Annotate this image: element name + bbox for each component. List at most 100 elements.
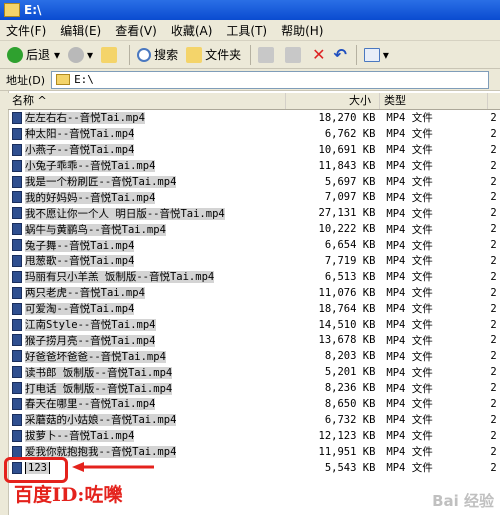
address-input[interactable]: E:\ xyxy=(51,70,490,89)
copy-to-button[interactable] xyxy=(282,44,307,66)
file-name: 蜗牛与黄鹂鸟--音悦Tai.mp4 xyxy=(25,223,166,236)
forward-button[interactable]: ▾ xyxy=(65,44,96,66)
file-row[interactable]: 左左右右--音悦Tai.mp4 18,270 KB MP4 文件 2 xyxy=(8,110,500,126)
file-row[interactable]: 甩葱歌--音悦Tai.mp4 7,719 KB MP4 文件 2 xyxy=(8,253,500,269)
file-size: 11,076 KB xyxy=(318,286,376,299)
video-file-icon xyxy=(12,159,22,172)
file-extra: 2 xyxy=(490,445,497,458)
file-row[interactable]: 兔子舞--音悦Tai.mp4 6,654 KB MP4 文件 2 xyxy=(8,237,500,253)
video-file-icon xyxy=(12,127,22,140)
back-button[interactable]: 后退 ▾ xyxy=(4,44,63,66)
file-row[interactable]: 读书郎 饭制版--音悦Tai.mp4 5,201 KB MP4 文件 2 xyxy=(8,364,500,380)
file-row[interactable]: 好爸爸坏爸爸--音悦Tai.mp4 8,203 KB MP4 文件 2 xyxy=(8,348,500,364)
video-file-icon xyxy=(12,334,22,347)
title-bar: E:\ xyxy=(0,0,500,20)
file-name: 好爸爸坏爸爸--音悦Tai.mp4 xyxy=(25,350,166,363)
column-name[interactable]: 名称 ^ xyxy=(8,93,286,109)
file-type: MP4 文件 xyxy=(386,319,433,332)
folder-icon xyxy=(4,3,20,17)
folders-button[interactable]: 文件夹 xyxy=(183,44,244,66)
file-extra: 2 xyxy=(490,318,497,331)
file-extra: 2 xyxy=(490,239,497,252)
file-row[interactable]: 猴子捞月亮--音悦Tai.mp4 13,678 KB MP4 文件 2 xyxy=(8,332,500,348)
file-type: MP4 文件 xyxy=(386,160,433,173)
file-name: 左左右右--音悦Tai.mp4 xyxy=(25,112,145,125)
file-row[interactable]: 爱我你就抱抱我--音悦Tai.mp4 11,951 KB MP4 文件 2 xyxy=(8,444,500,460)
file-extra: 2 xyxy=(490,429,497,442)
file-type: MP4 文件 xyxy=(386,287,433,300)
video-file-icon xyxy=(12,350,22,363)
file-row[interactable]: 拔萝卜--音悦Tai.mp4 12,123 KB MP4 文件 2 xyxy=(8,428,500,444)
file-size: 13,678 KB xyxy=(318,334,376,347)
file-type: MP4 文件 xyxy=(386,462,433,475)
undo-button[interactable]: ↶ xyxy=(331,44,350,66)
file-type: MP4 文件 xyxy=(386,334,433,347)
forward-arrow-icon xyxy=(68,46,85,63)
video-file-icon xyxy=(12,191,22,204)
file-size: 10,222 KB xyxy=(318,223,376,236)
delete-button[interactable]: ✕ xyxy=(309,44,328,66)
file-row[interactable]: 打电话 饭制版--音悦Tai.mp4 8,236 KB MP4 文件 2 xyxy=(8,380,500,396)
video-file-icon xyxy=(12,175,22,188)
file-name: 玛丽有只小羊羔 饭制版--音悦Tai.mp4 xyxy=(25,271,215,284)
move-to-button[interactable] xyxy=(255,44,280,66)
file-row[interactable]: 玛丽有只小羊羔 饭制版--音悦Tai.mp4 6,513 KB MP4 文件 2 xyxy=(8,269,500,285)
address-label: 地址(D) xyxy=(6,73,46,87)
folder-icon xyxy=(186,46,203,63)
file-type: MP4 文件 xyxy=(386,446,433,459)
file-size: 11,843 KB xyxy=(318,159,376,172)
column-more[interactable] xyxy=(488,93,500,109)
menu-view[interactable]: 查看(V) xyxy=(115,22,157,39)
file-name: 春天在哪里--音悦Tai.mp4 xyxy=(25,398,156,411)
file-row[interactable]: 蜗牛与黄鹂鸟--音悦Tai.mp4 10,222 KB MP4 文件 2 xyxy=(8,221,500,237)
file-type: MP4 文件 xyxy=(386,128,433,141)
column-size[interactable]: 大小 xyxy=(286,93,380,109)
video-file-icon xyxy=(12,143,22,156)
file-type: MP4 文件 xyxy=(386,191,433,204)
file-size: 5,697 KB xyxy=(324,175,376,188)
video-file-icon xyxy=(12,286,22,299)
file-size: 6,762 KB xyxy=(324,127,376,140)
file-row[interactable]: 江南Style--音悦Tai.mp4 14,510 KB MP4 文件 2 xyxy=(8,317,500,333)
file-row[interactable]: 可爱淘--音悦Tai.mp4 18,764 KB MP4 文件 2 xyxy=(8,301,500,317)
file-extra: 2 xyxy=(490,366,497,379)
file-size: 6,732 KB xyxy=(324,413,376,426)
file-type: MP4 文件 xyxy=(386,239,433,252)
video-file-icon xyxy=(12,270,22,283)
file-row[interactable]: 种太阳--音悦Tai.mp4 6,762 KB MP4 文件 2 xyxy=(8,126,500,142)
file-size: 5,543 KB xyxy=(324,461,376,474)
file-row[interactable]: 春天在哪里--音悦Tai.mp4 8,650 KB MP4 文件 2 xyxy=(8,396,500,412)
file-type: MP4 文件 xyxy=(386,144,433,157)
file-extra: 2 xyxy=(490,191,497,204)
up-folder-button[interactable] xyxy=(98,44,123,66)
video-file-icon xyxy=(12,239,22,252)
file-row[interactable]: 小兔子乖乖--音悦Tai.mp4 11,843 KB MP4 文件 2 xyxy=(8,158,500,174)
menu-favorites[interactable]: 收藏(A) xyxy=(171,22,213,39)
undo-icon: ↶ xyxy=(333,45,347,64)
window-title: E:\ xyxy=(24,3,42,17)
menu-tools[interactable]: 工具(T) xyxy=(226,22,267,39)
file-row[interactable]: 两只老虎--音悦Tai.mp4 11,076 KB MP4 文件 2 xyxy=(8,285,500,301)
menu-help[interactable]: 帮助(H) xyxy=(281,22,323,39)
file-row[interactable]: 我的好妈妈--音悦Tai.mp4 7,097 KB MP4 文件 2 xyxy=(8,189,500,205)
file-name: 我是一个粉刷匠--音悦Tai.mp4 xyxy=(25,176,177,188)
file-name: 我的好妈妈--音悦Tai.mp4 xyxy=(25,191,156,204)
file-type: MP4 文件 xyxy=(386,382,433,395)
views-button[interactable]: ▾ xyxy=(361,44,392,66)
video-file-icon xyxy=(12,318,22,331)
menu-file[interactable]: 文件(F) xyxy=(6,22,46,39)
file-row[interactable]: 我是一个粉刷匠--音悦Tai.mp4 5,697 KB MP4 文件 2 xyxy=(8,174,500,190)
file-name: 我不愿让你一个人 明日版--音悦Tai.mp4 xyxy=(25,207,225,220)
chevron-down-icon: ▾ xyxy=(382,47,389,62)
menu-edit[interactable]: 编辑(E) xyxy=(60,22,101,39)
watermark: Bai 经验 xyxy=(432,492,494,510)
toolbar-separator xyxy=(355,44,357,65)
file-extra: 2 xyxy=(490,159,497,172)
file-row[interactable]: 小燕子--音悦Tai.mp4 10,691 KB MP4 文件 2 xyxy=(8,142,500,158)
file-extra: 2 xyxy=(490,334,497,347)
file-row[interactable]: 采蘑菇的小姑娘--音悦Tai.mp4 6,732 KB MP4 文件 2 xyxy=(8,412,500,428)
file-type: MP4 文件 xyxy=(386,207,433,220)
column-type[interactable]: 类型 xyxy=(380,93,488,109)
search-button[interactable]: 搜索 xyxy=(134,44,181,66)
file-row[interactable]: 我不愿让你一个人 明日版--音悦Tai.mp4 27,131 KB MP4 文件 2 xyxy=(8,205,500,221)
